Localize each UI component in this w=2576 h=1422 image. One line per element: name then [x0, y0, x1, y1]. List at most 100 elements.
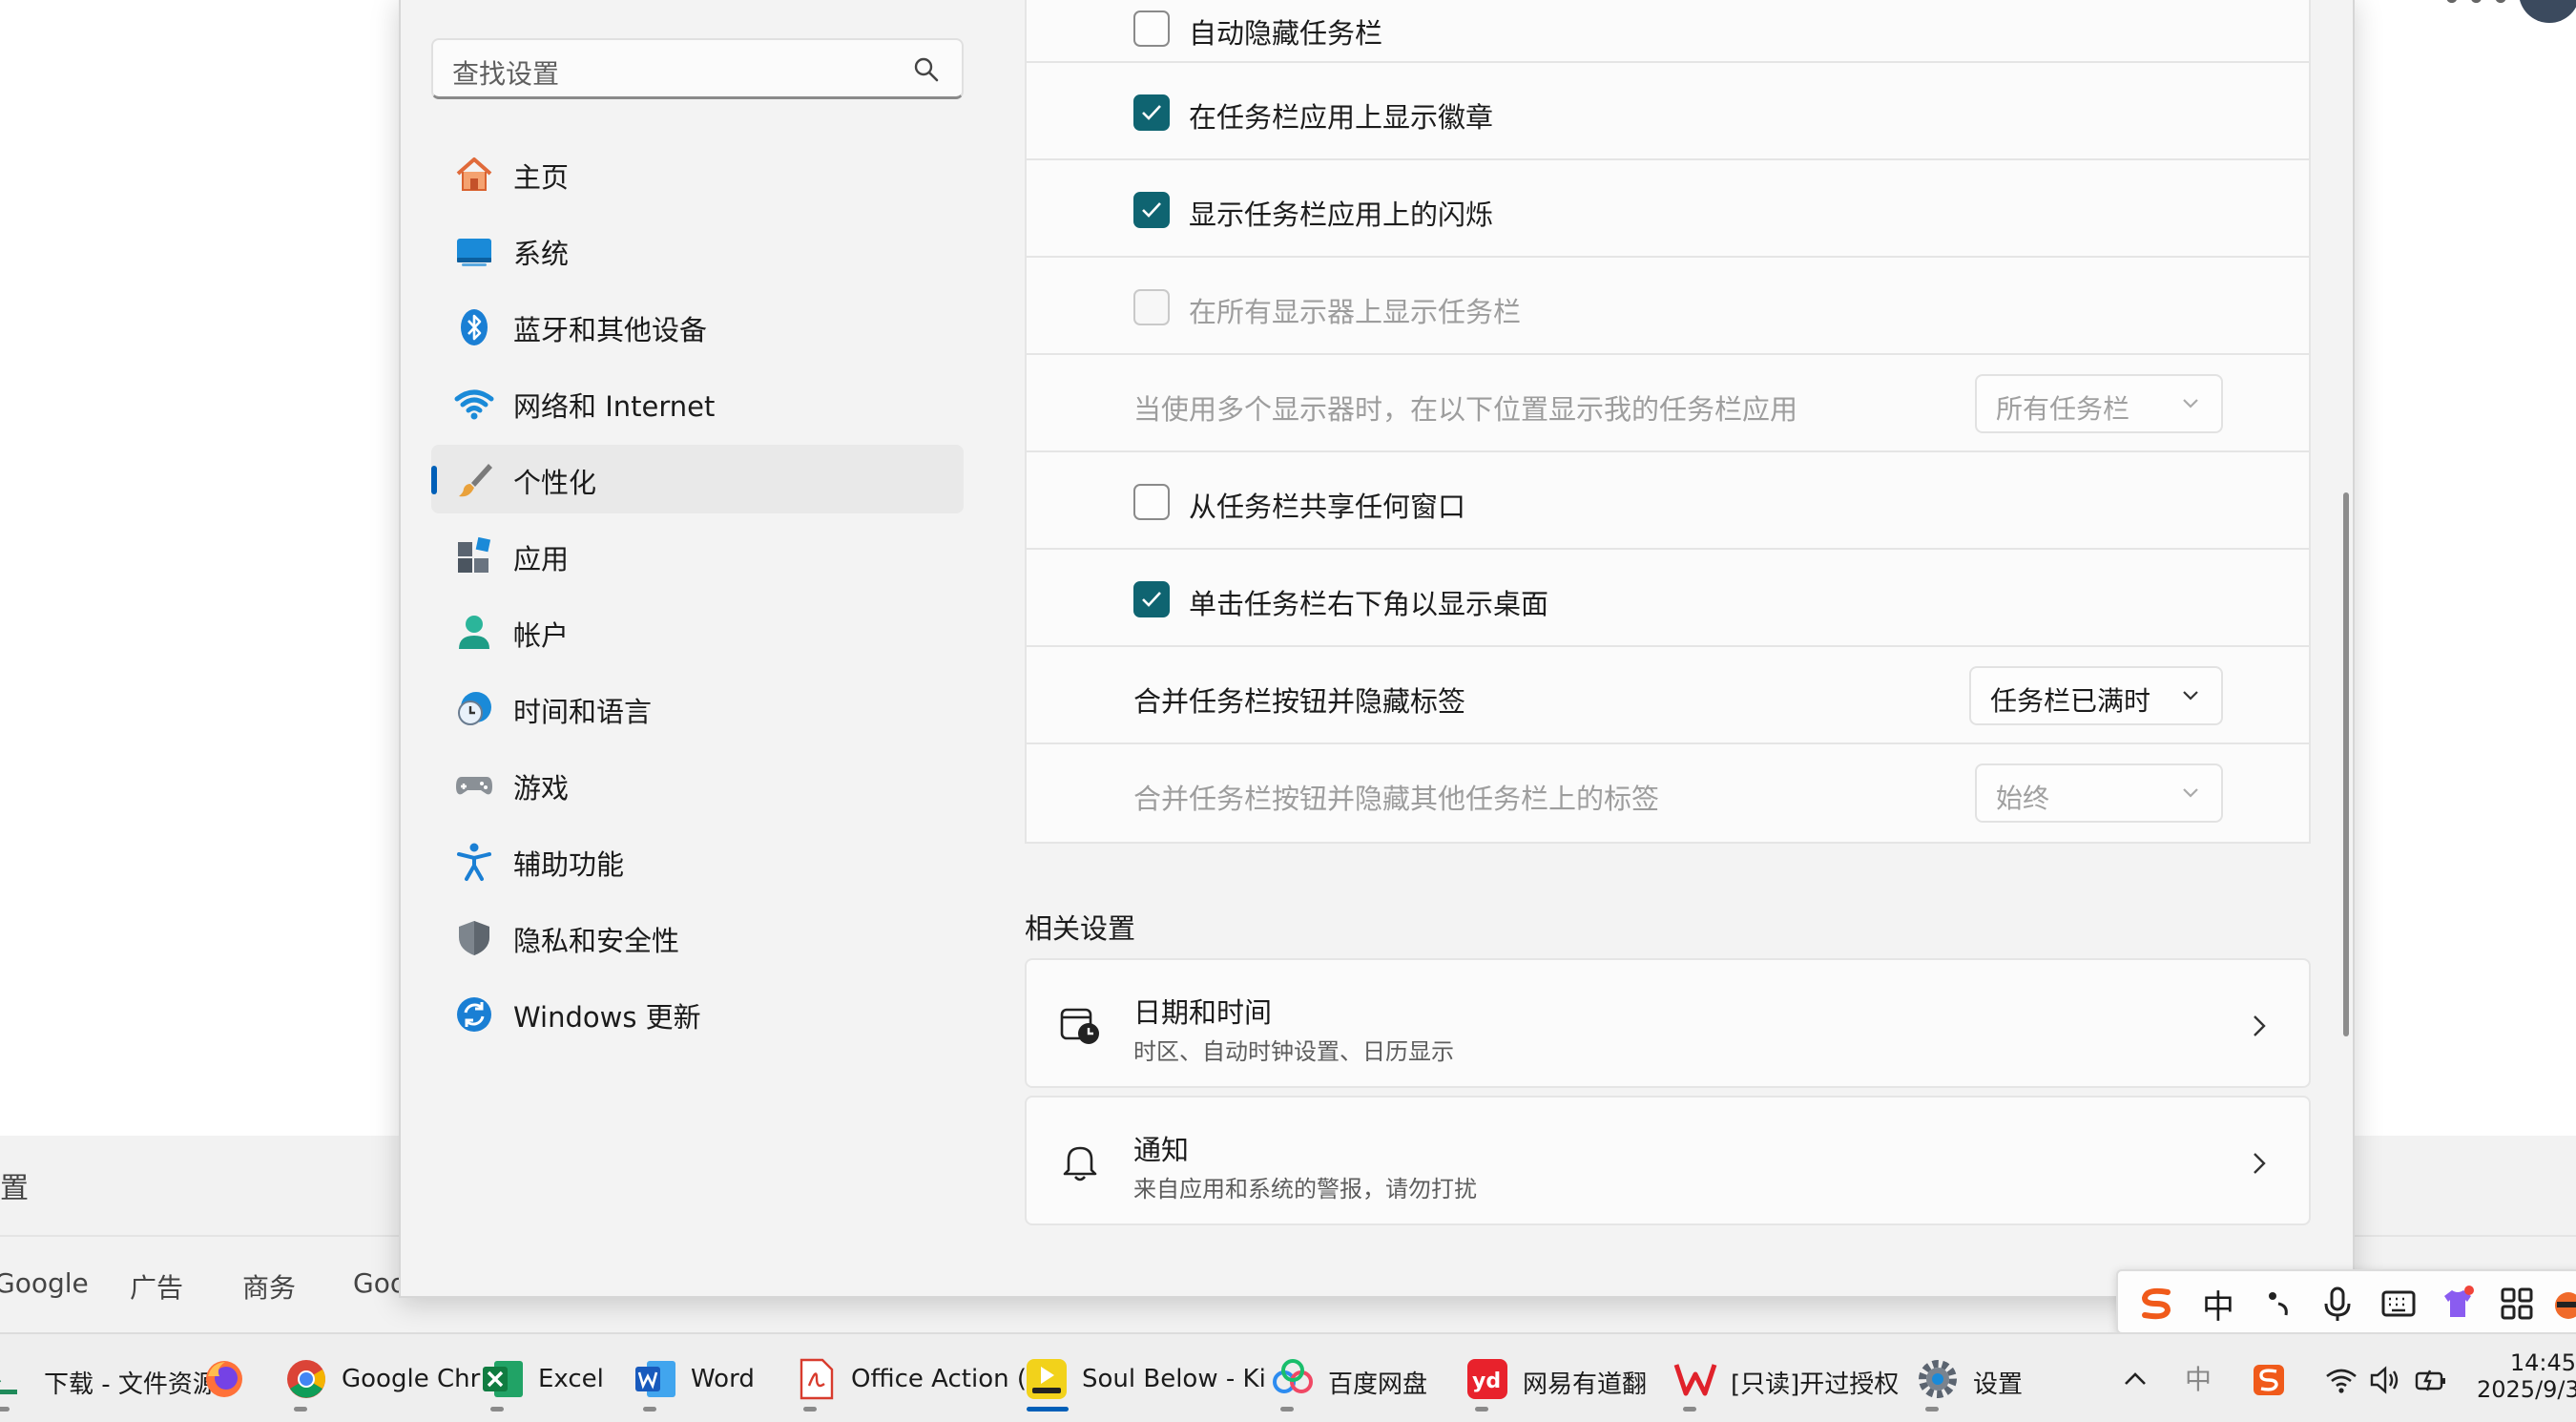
sidebar-item-home[interactable]: 主页: [431, 139, 964, 208]
auto-hide-checkbox[interactable]: [1133, 10, 1170, 47]
chevron-right-icon: [2254, 1015, 2266, 1036]
running-indicator: [803, 1407, 817, 1412]
sidebar-item-gaming[interactable]: 游戏: [431, 750, 964, 819]
sidebar-item-bluetooth[interactable]: 蓝牙和其他设备: [431, 292, 964, 361]
taskbar-app-wps[interactable]: [只读]开过授权: [1673, 1351, 1899, 1412]
setting-row-combine-other-taskbars: 合并任务栏按钮并隐藏其他任务栏上的标签 始终: [1027, 742, 2309, 840]
file-explorer-icon: [0, 1380, 17, 1394]
bell-icon: [1063, 1146, 1097, 1182]
sidebar-item-personalization[interactable]: 个性化: [431, 445, 964, 513]
brush-icon: [459, 464, 492, 497]
taskbar-app-label: [只读]开过授权: [1731, 1370, 1900, 1399]
microphone-icon[interactable]: [2318, 1285, 2357, 1323]
search-input[interactable]: 查找设置: [431, 38, 964, 99]
sidebar-item-apps[interactable]: 应用: [431, 521, 964, 590]
sidebar-item-windows-update[interactable]: Windows 更新: [431, 979, 964, 1048]
related-date-time[interactable]: 日期和时间 时区、自动时钟设置、日历显示: [1025, 958, 2311, 1088]
punctuation-icon[interactable]: [2259, 1285, 2297, 1323]
related-item-title: 通知: [1133, 1134, 1190, 1166]
taskbar-app-label: 网易有道翻: [1523, 1370, 1648, 1399]
running-indicator: [1280, 1407, 1294, 1412]
sogou-logo-icon[interactable]: [2137, 1285, 2175, 1323]
sidebar-item-label: 网络和 Internet: [513, 390, 716, 423]
content-scrollbar[interactable]: [2343, 492, 2349, 1036]
chevron-down-icon: [2183, 788, 2198, 798]
taskbar-app-pdf[interactable]: Office Action (1: [794, 1351, 1043, 1412]
footer-link-business[interactable]: 商务: [242, 1267, 296, 1306]
taskbar-app-chrome[interactable]: Google Chr: [284, 1351, 480, 1412]
ime-mode-toggle[interactable]: 中: [2202, 1281, 2234, 1328]
sidebar-item-label: Windows 更新: [513, 1001, 701, 1034]
sidebar-item-accessibility[interactable]: 辅助功能: [431, 826, 964, 895]
settings-gear-icon: [1919, 1360, 1957, 1398]
sogou-tray-icon[interactable]: [2252, 1363, 2286, 1397]
mascot-icon[interactable]: [2549, 1285, 2576, 1323]
taskbar-app-word[interactable]: Word: [634, 1351, 777, 1412]
setting-label: 显示任务栏应用上的闪烁: [1189, 199, 1494, 231]
sidebar-item-label: 主页: [513, 161, 570, 194]
battery-icon[interactable]: [2414, 1363, 2448, 1397]
share-window-checkbox[interactable]: [1133, 484, 1170, 520]
show-desktop-checkbox[interactable]: [1133, 581, 1170, 617]
gamepad-icon: [456, 777, 492, 795]
running-indicator: [490, 1407, 504, 1412]
taskbar-app-label: Office Action (1: [851, 1365, 1043, 1393]
chevron-down-icon: [2183, 691, 2198, 701]
setting-row-combine-buttons: 合并任务栏按钮并隐藏标签 任务栏已满时: [1027, 645, 2309, 742]
footer-link-ads[interactable]: 广告: [130, 1267, 183, 1306]
taskbar-behaviors-card: 自动隐藏任务栏 在任务栏应用上显示徽章 显示任务栏应用上的闪烁 在所有显示器上显…: [1025, 0, 2311, 844]
taskbar-app-baidu-netdisk[interactable]: 百度网盘: [1271, 1351, 1433, 1412]
toolbox-grid-icon[interactable]: [2498, 1285, 2536, 1323]
sidebar-item-accounts[interactable]: 帐户: [431, 597, 964, 666]
apps-icon: [458, 536, 491, 573]
chevron-right-icon: [2254, 1153, 2266, 1174]
taskbar-app-settings[interactable]: 设置: [1916, 1351, 2049, 1412]
keyboard-icon[interactable]: [2379, 1285, 2418, 1323]
setting-label: 从任务栏共享任何窗口: [1189, 491, 1466, 523]
related-notifications[interactable]: 通知 来自应用和系统的警报，请勿打扰: [1025, 1096, 2311, 1225]
pdf-icon: [800, 1358, 834, 1400]
combine-other-taskbars-dropdown[interactable]: 始终: [1975, 763, 2223, 823]
all-displays-checkbox[interactable]: [1133, 289, 1170, 325]
flashing-checkbox[interactable]: [1133, 192, 1170, 228]
taskbar-app-player[interactable]: Soul Below - Ki: [1025, 1351, 1266, 1412]
sidebar-item-privacy[interactable]: 隐私和安全性: [431, 903, 964, 972]
setting-row-multi-display-location: 当使用多个显示器时，在以下位置显示我的任务栏应用 所有任务栏: [1027, 353, 2309, 450]
taskbar-app-youdao[interactable]: yd 网易有道翻: [1465, 1351, 1647, 1412]
taskbar-app-excel[interactable]: Excel: [481, 1351, 614, 1412]
skin-icon[interactable]: [2439, 1285, 2477, 1323]
badges-checkbox[interactable]: [1133, 94, 1170, 131]
taskbar-clock[interactable]: 14:45 2025/9/3: [2477, 1349, 2576, 1403]
sidebar-item-system[interactable]: 系统: [431, 216, 964, 284]
sidebar-item-time-language[interactable]: 时间和语言: [431, 674, 964, 742]
volume-icon[interactable]: [2368, 1363, 2402, 1397]
sidebar-item-label: 应用: [513, 543, 570, 575]
tray-ime-indicator[interactable]: 中: [2185, 1359, 2219, 1395]
checkmark-icon: [1142, 592, 1161, 607]
home-icon: [456, 157, 492, 191]
multi-display-dropdown[interactable]: 所有任务栏: [1975, 374, 2223, 433]
chevron-up-icon[interactable]: [2118, 1363, 2152, 1397]
combine-buttons-dropdown[interactable]: 任务栏已满时: [1969, 666, 2223, 725]
active-indicator: [431, 466, 437, 494]
sidebar-item-label: 时间和语言: [513, 696, 653, 728]
avatar[interactable]: [2519, 0, 2576, 23]
sidebar-item-label: 个性化: [513, 467, 597, 499]
time-language-icon: [458, 692, 491, 725]
taskbar-app-file-explorer[interactable]: 下载 - 文件资源: [0, 1351, 218, 1412]
sidebar-item-label: 辅助功能: [513, 848, 625, 881]
update-icon: [457, 997, 491, 1032]
settings-content: 自动隐藏任务栏 在任务栏应用上显示徽章 显示任务栏应用上的闪烁 在所有显示器上显…: [973, 0, 2353, 1296]
taskbar-app-label: Word: [691, 1365, 755, 1393]
wifi-tray-icon[interactable]: [2324, 1363, 2358, 1397]
running-indicator: [294, 1407, 307, 1412]
taskbar-app-firefox[interactable]: [202, 1351, 250, 1409]
footer-link-google[interactable]: Google: [0, 1267, 89, 1299]
wifi-icon: [454, 389, 494, 420]
sidebar-item-label: 蓝牙和其他设备: [513, 314, 708, 346]
setting-row-share-window: 从任务栏共享任何窗口: [1027, 450, 2309, 548]
sidebar-item-network[interactable]: 网络和 Internet: [431, 368, 964, 437]
taskbar-app-label: 百度网盘: [1328, 1370, 1428, 1399]
dropdown-value: 始终: [1996, 783, 2050, 814]
more-options-icon[interactable]: •••: [2441, 0, 2514, 21]
